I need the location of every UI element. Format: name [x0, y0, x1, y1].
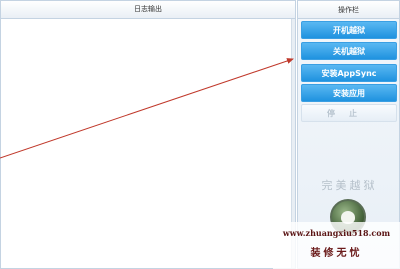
watermark-url: www.zhuangxiu518.com	[282, 228, 391, 238]
stop-button: 停止	[301, 104, 397, 122]
operation-panel-title: 操作栏	[298, 1, 399, 19]
boot-jailbreak-button[interactable]: 开机越狱	[301, 21, 397, 39]
install-app-button[interactable]: 安装应用	[301, 84, 397, 102]
log-output-area[interactable]	[1, 19, 295, 268]
install-appsync-button[interactable]: 安装AppSync	[301, 64, 397, 82]
brand-text: 完美越狱	[321, 179, 378, 192]
watermark-title: 装修无忧	[310, 248, 363, 259]
log-output-title: 日志输出	[1, 1, 295, 19]
log-output-panel: 日志输出	[0, 0, 296, 269]
shutdown-jailbreak-button[interactable]: 关机越狱	[301, 42, 397, 60]
watermark: www.zhuangxiu518.com 装修无忧	[273, 222, 400, 269]
